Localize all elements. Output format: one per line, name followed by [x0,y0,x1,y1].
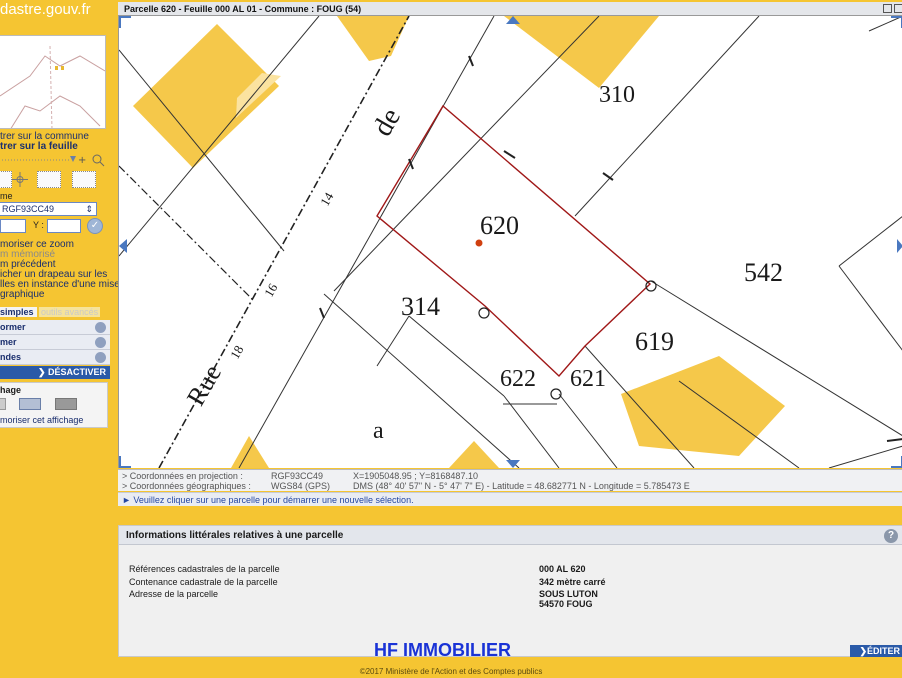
site-logo: dastre.gouv.fr [0,1,91,18]
parcel-label-621: 621 [570,366,606,392]
accordion-item-3[interactable]: ndes [0,350,110,365]
building-4 [621,356,785,456]
info-label-contenance: Contenance cadastrale de la parcelle [129,577,278,587]
coordinates-panel: > Coordonnées en projection : > Coordonn… [118,469,902,491]
center-on-feuille-link[interactable]: trer sur la feuille [0,141,78,152]
arrow-right-icon: ❯ [37,367,48,377]
display-title: hage [0,385,22,395]
info-panel-title: Informations littérales relatives à une … [126,530,344,541]
system-label: me [0,191,13,201]
accordion-item-label: ndes [0,352,22,362]
move-icon[interactable] [8,171,32,188]
display-mode-2[interactable] [19,398,41,410]
accordion-item-label: ormer [0,322,26,332]
maximize-icon[interactable] [894,4,902,13]
tab-advanced-tools[interactable]: outils avancés [39,307,101,317]
building-2 [337,16,409,61]
arrow-right-icon: ❯ [859,646,867,656]
parcel-label-542: 542 [744,258,783,287]
geographic-system: WGS84 (GPS) [271,481,331,491]
restore-icon[interactable] [883,4,892,13]
projection-select[interactable]: RGF93CC49 ⇕ [0,202,97,216]
display-panel: hage moriser cet affichage [0,382,108,428]
chevron-down-icon [95,322,106,333]
projection-coords-label: > Coordonnées en projection : [122,471,243,481]
svg-text:+: + [78,155,86,166]
x-input[interactable] [0,219,26,233]
accordion-item-2[interactable]: mer [0,335,110,350]
memo-display-link[interactable]: moriser cet affichage [0,415,83,425]
info-value-contenance: 342 mètre carré [539,577,606,587]
parcel-label-619: 619 [635,327,674,356]
y-input[interactable] [47,219,81,233]
section-label-a: a [373,418,384,444]
edit-button[interactable]: ❯ÉDITER [850,645,902,657]
pan-right-arrow[interactable] [897,239,902,253]
geographic-coords-label: > Coordonnées géographiques : [122,481,251,491]
projection-value: X=1905048.95 ; Y=8168487.10 [353,471,478,481]
parcel-label-622: 622 [500,366,536,392]
projection-system: RGF93CC49 [271,471,324,481]
accordion-item-1[interactable]: ormer [0,320,110,335]
map-tools [0,169,106,191]
deactivate-label: DÉSACTIVER [47,367,106,377]
info-value-references: 000 AL 620 [539,564,586,574]
y-label: Y : [33,220,44,230]
window-title: Parcelle 620 - Feuille 000 AL 01 - Commu… [124,4,362,14]
display-mode-1[interactable] [0,398,6,410]
window-title-bar: Parcelle 620 - Feuille 000 AL 01 - Commu… [118,2,902,16]
info-panel-header: Informations littérales relatives à une … [119,526,902,545]
projection-value: RGF93CC49 [2,204,55,214]
tools-accordion: ormer mer ndes [0,320,110,365]
footer-copyright: ©2017 Ministère de l'Action et des Compt… [359,667,543,676]
info-label-adresse: Adresse de la parcelle [129,589,219,599]
zoom-slider[interactable]: + [0,153,106,167]
info-label-references: Références cadastrales de la parcelle [129,564,280,574]
edit-label: ÉDITER [866,646,900,656]
info-value-adresse-line2: 54570 FOUG [539,599,593,609]
chevron-updown-icon: ⇕ [85,204,93,214]
overview-map[interactable] [0,35,106,129]
agency-watermark: HF IMMOBILIER [374,640,511,660]
chevron-right-icon [95,352,106,363]
display-mode-3[interactable] [55,398,77,410]
tab-simple-tools[interactable]: simples [0,307,37,317]
validate-coords-button[interactable]: ✓ [87,218,103,234]
chevron-right-icon [95,337,106,348]
zoom-box-tool[interactable] [37,171,61,188]
zoom-extent-tool[interactable] [72,171,96,188]
parcel-info-panel: Informations littérales relatives à une … [118,525,902,657]
selection-hint: ► Veuillez cliquer sur une parcelle pour… [118,492,902,506]
geographic-value: DMS (48° 40' 57" N - 5° 47' 7" E) - Lati… [353,481,690,491]
accordion-item-label: mer [0,337,17,347]
building-5 [231,436,269,468]
building-6 [449,441,499,468]
flag-parcels-text-3[interactable]: graphique [0,289,44,300]
deactivate-button[interactable]: ❯ DÉSACTIVER [0,366,110,379]
tools-tabs: simples outils avancés [0,307,106,319]
sidebar: trer sur la commune trer sur la feuille … [0,20,120,428]
parcel-label-310: 310 [599,82,635,108]
building-3 [504,16,659,88]
selected-parcel-620[interactable] [376,104,652,378]
cadastral-map[interactable]: 310 620 542 314 619 622 621 a Rue de 18 … [118,16,902,468]
parcel-label-314: 314 [401,292,440,321]
parcel-label-620: 620 [480,211,519,240]
help-icon[interactable]: ? [884,529,898,543]
